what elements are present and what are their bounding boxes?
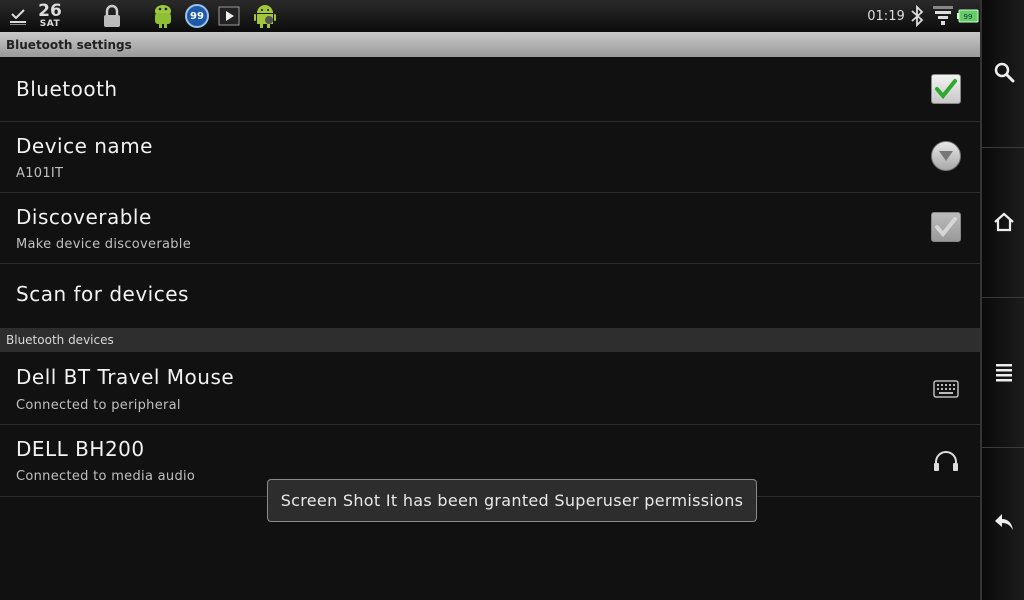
devices-category-header: Bluetooth devices — [0, 328, 980, 352]
checkbox-unchecked-icon — [931, 212, 961, 242]
bluetooth-title: Bluetooth — [16, 77, 118, 101]
android-app-icon[interactable] — [150, 0, 176, 32]
device-name-value: A101IT — [16, 166, 64, 181]
date-widget: 26 SAT — [36, 0, 64, 32]
device-name-row[interactable]: Device name A101IT — [0, 122, 980, 193]
play-store-icon[interactable] — [216, 0, 242, 32]
keyboard-icon — [930, 373, 962, 405]
back-button[interactable] — [982, 450, 1024, 598]
device-name-title: Device name — [16, 134, 153, 158]
menu-icon — [995, 362, 1013, 386]
settings-category-header: Bluetooth settings — [0, 32, 980, 57]
bluetooth-toggle-row[interactable]: Bluetooth — [0, 57, 980, 122]
bluetooth-checkbox[interactable] — [930, 73, 962, 105]
headphones-icon — [930, 445, 962, 477]
checkbox-checked-icon — [931, 74, 961, 104]
home-icon — [993, 211, 1015, 237]
scan-title: Scan for devices — [16, 282, 189, 306]
device-list-item[interactable]: Dell BT Travel Mouse Connected to periph… — [0, 353, 980, 425]
clock[interactable]: 01:19 — [867, 0, 904, 32]
back-icon — [993, 512, 1015, 536]
svg-text:99: 99 — [964, 13, 973, 21]
device-name-dropdown[interactable] — [930, 140, 962, 172]
device-name: Dell BT Travel Mouse — [16, 365, 235, 389]
device-status: Connected to peripheral — [16, 398, 181, 413]
menu-button[interactable] — [982, 300, 1024, 448]
search-icon — [993, 61, 1015, 87]
search-button[interactable] — [982, 0, 1024, 148]
lock-icon[interactable] — [98, 0, 126, 32]
system-navigation-bar — [980, 0, 1024, 600]
bluetooth-icon[interactable] — [906, 0, 928, 32]
device-name: DELL BH200 — [16, 437, 145, 461]
notification-count-badge[interactable]: 99 — [184, 0, 210, 32]
device-status: Connected to media audio — [16, 469, 196, 484]
date-day: 26 — [38, 1, 62, 21]
status-bar: 26 SAT 99 01:19 99 — [0, 0, 980, 32]
discoverable-summary: Make device discoverable — [16, 237, 192, 252]
date-weekday: SAT — [39, 19, 61, 29]
discoverable-checkbox[interactable] — [930, 211, 962, 243]
battery-icon[interactable]: 99 — [956, 0, 980, 32]
chevron-down-icon — [931, 141, 961, 171]
discoverable-title: Discoverable — [16, 205, 152, 229]
toast-message: Screen Shot It has been granted Superuse… — [267, 479, 757, 522]
home-button[interactable] — [982, 150, 1024, 298]
wifi-icon[interactable] — [932, 0, 954, 32]
discoverable-row[interactable]: Discoverable Make device discoverable — [0, 193, 980, 264]
scan-for-devices-row[interactable]: Scan for devices — [0, 264, 980, 328]
android-robot-icon[interactable] — [252, 0, 278, 32]
download-done-icon[interactable] — [6, 0, 30, 32]
